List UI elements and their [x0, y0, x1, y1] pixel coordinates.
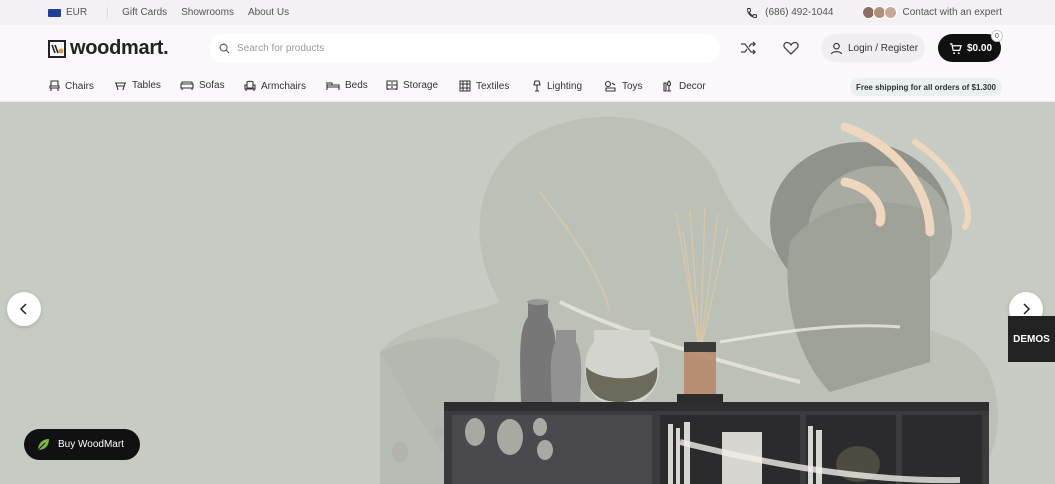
chevron-left-icon — [19, 303, 27, 315]
currency-selector[interactable]: EUR — [66, 7, 87, 18]
nav-label: Beds — [345, 80, 368, 91]
nav-item-decor[interactable]: Decor — [662, 80, 706, 92]
nav-item-tables[interactable]: Tables — [114, 80, 161, 91]
category-nav: Chairs Tables Sofas Armchairs Beds Stora… — [0, 71, 1055, 102]
login-register-button[interactable]: Login / Register — [821, 34, 925, 62]
top-bar-left: EUR Gift Cards Showrooms About Us — [48, 0, 303, 25]
top-bar-right: (686) 492-1044 Contact with an expert — [746, 0, 1002, 25]
free-shipping-badge: Free shipping for all orders of $1.300 — [850, 78, 1002, 96]
decor-icon — [663, 80, 672, 92]
toy-icon — [604, 80, 616, 92]
eu-flag-icon — [48, 8, 61, 17]
search-placeholder: Search for products — [237, 43, 325, 54]
nav-label: Decor — [679, 80, 706, 92]
phone-icon — [747, 7, 758, 18]
hero-slider[interactable]: DEMOS Buy WoodMart — [0, 102, 1055, 484]
nav-label: Toys — [622, 80, 643, 92]
cart-button[interactable]: $0.00 0 — [938, 30, 1003, 62]
armchair-icon — [244, 80, 256, 91]
cart-icon — [949, 42, 962, 54]
textile-icon — [459, 80, 471, 92]
about-us-link[interactable]: About Us — [248, 7, 289, 18]
phone-number[interactable]: (686) 492-1044 — [765, 7, 833, 18]
login-label: Login / Register — [848, 42, 919, 54]
nav-item-toys[interactable]: Toys — [604, 80, 643, 92]
storage-icon — [386, 80, 398, 90]
nav-item-beds[interactable]: Beds — [326, 80, 368, 91]
lamp-icon — [533, 80, 541, 92]
divider — [107, 6, 109, 19]
logo[interactable]: woodmart. — [48, 37, 169, 60]
hero-image — [380, 116, 998, 484]
demos-button[interactable]: DEMOS — [1008, 316, 1055, 362]
nav-item-storage[interactable]: Storage — [386, 80, 438, 91]
nav-item-armchairs[interactable]: Armchairs — [244, 80, 306, 92]
buy-woodmart-button[interactable]: Buy WoodMart — [24, 429, 140, 460]
nav-item-sofas[interactable]: Sofas — [180, 80, 225, 91]
cart-count-badge: 0 — [991, 30, 1003, 42]
main-header: woodmart. Search for products Login / Re… — [0, 25, 1055, 71]
table-icon — [115, 82, 126, 91]
chevron-right-icon — [1023, 303, 1031, 315]
nav-item-textiles[interactable]: Textiles — [459, 80, 509, 92]
sofa-icon — [180, 81, 194, 90]
prev-slide-button[interactable] — [7, 292, 41, 326]
avatar — [883, 6, 897, 19]
nav-label: Storage — [403, 80, 439, 91]
user-icon — [830, 42, 843, 54]
contact-expert-link[interactable]: Contact with an expert — [903, 7, 1003, 18]
top-bar: EUR Gift Cards Showrooms About Us (686) … — [0, 0, 1055, 25]
gift-cards-link[interactable]: Gift Cards — [122, 7, 167, 18]
nav-item-chairs[interactable]: Chairs — [49, 80, 94, 92]
logo-mark-icon — [48, 39, 66, 58]
nav-label: Sofas — [199, 80, 225, 91]
nav-label: Armchairs — [261, 80, 307, 92]
search-icon — [219, 43, 230, 54]
nav-label: Lighting — [547, 80, 583, 92]
cart-total: $0.00 — [967, 42, 993, 54]
nav-label: Chairs — [65, 80, 94, 92]
compare-icon[interactable] — [738, 38, 758, 58]
nav-label: Tables — [132, 80, 161, 91]
nav-item-lighting[interactable]: Lighting — [532, 80, 582, 92]
chair-icon — [49, 80, 60, 91]
expert-avatars — [861, 6, 897, 19]
leaf-icon — [37, 438, 49, 450]
logo-text: woodmart. — [70, 37, 169, 59]
showrooms-link[interactable]: Showrooms — [181, 7, 234, 18]
bed-icon — [326, 82, 340, 90]
search-input[interactable]: Search for products — [209, 34, 720, 63]
nav-label: Textiles — [476, 80, 510, 92]
wishlist-heart-icon[interactable] — [781, 38, 801, 58]
buy-label: Buy WoodMart — [58, 439, 124, 450]
